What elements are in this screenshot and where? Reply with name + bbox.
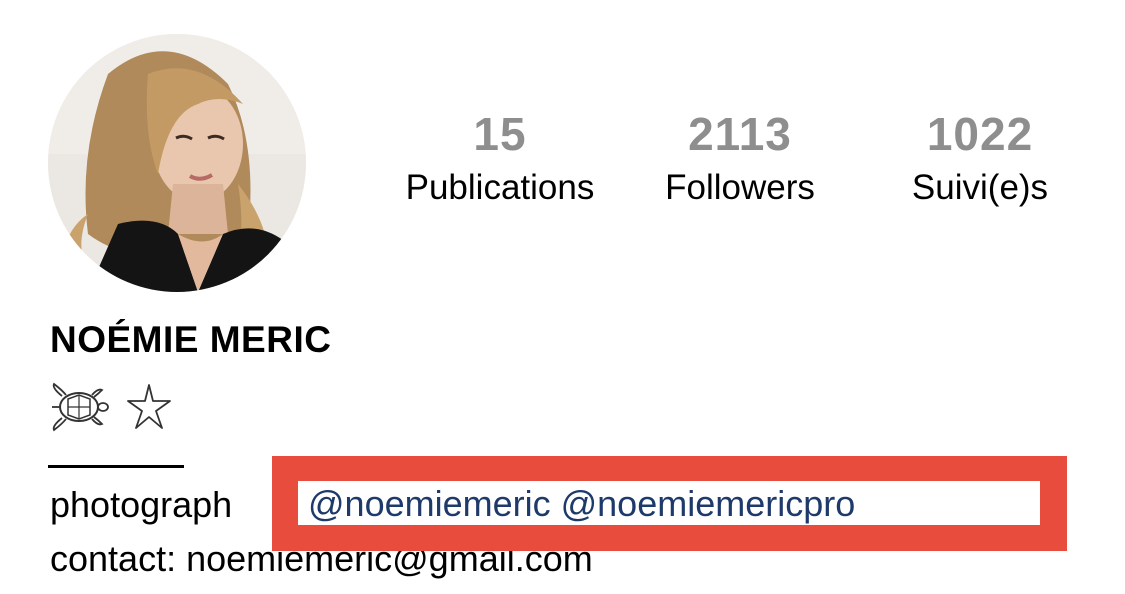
starfish-icon bbox=[124, 382, 174, 432]
stat-followers-count: 2113 bbox=[688, 108, 792, 160]
stat-following[interactable]: 1022 Suivi(e)s bbox=[860, 108, 1100, 212]
profile-name: NOÉMIE MERIC bbox=[50, 319, 332, 360]
stat-followers-label: Followers bbox=[665, 168, 815, 207]
stat-followers[interactable]: 2113 Followers bbox=[620, 108, 860, 212]
stat-following-label: Suivi(e)s bbox=[911, 168, 1049, 207]
profile-header: 15 Publications 2113 Followers 1022 Suiv… bbox=[0, 0, 1125, 594]
bio-mentions-links[interactable]: @noemiemeric @noemiemericpro bbox=[308, 483, 855, 525]
bio-separator-line bbox=[48, 465, 184, 468]
stat-publications-count: 15 bbox=[473, 108, 527, 160]
bio-emoji-row bbox=[48, 382, 174, 432]
bio-photograph-text: photograph bbox=[50, 484, 233, 525]
bio-line-photograph: photograph bbox=[50, 484, 232, 526]
stat-publications-label: Publications bbox=[405, 168, 595, 207]
mentions-area: @noemiemeric @noemiemericpro bbox=[298, 481, 1040, 525]
avatar[interactable] bbox=[48, 34, 306, 292]
stat-following-count: 1022 bbox=[926, 108, 1034, 160]
turtle-icon bbox=[48, 382, 110, 432]
stat-publications[interactable]: 15 Publications bbox=[380, 108, 620, 212]
highlight-annotation: @noemiemeric @noemiemericpro bbox=[272, 456, 1067, 551]
